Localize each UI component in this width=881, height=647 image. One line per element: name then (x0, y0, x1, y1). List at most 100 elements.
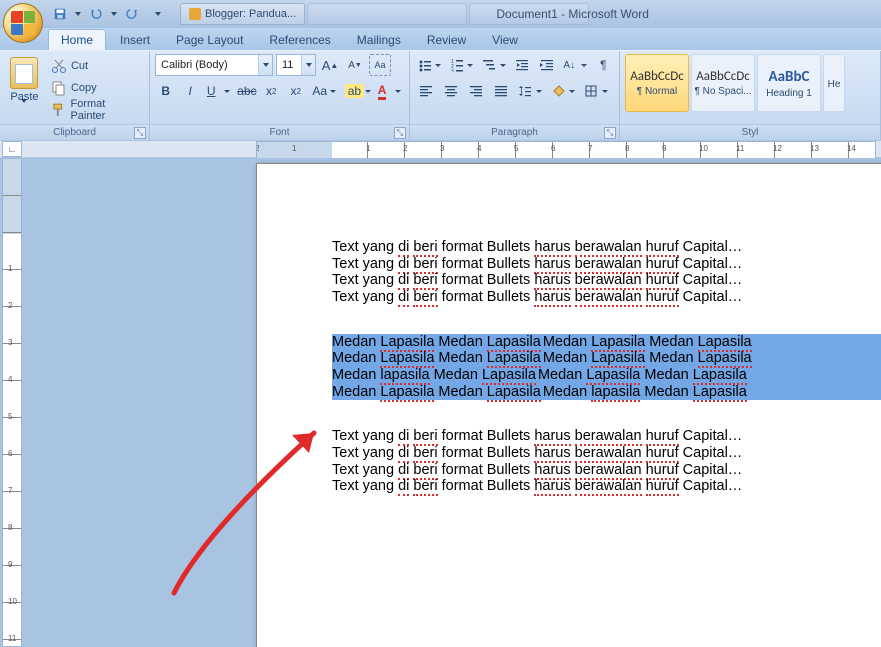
taskbar-tab-2[interactable] (307, 3, 467, 25)
office-button[interactable] (3, 3, 43, 43)
shrink-font-button[interactable]: A▼ (344, 54, 366, 76)
sort-button[interactable]: A↓ (560, 54, 589, 76)
format-painter-button[interactable]: Format Painter (48, 100, 144, 120)
clear-formatting-button[interactable]: Aa (369, 54, 391, 76)
format-painter-label: Format Painter (70, 98, 141, 122)
scissors-icon (51, 58, 67, 74)
multilevel-icon (482, 58, 496, 72)
grow-font-button[interactable]: A▲ (319, 54, 341, 76)
clipboard-dialog-launcher[interactable]: ⤡ (134, 127, 146, 139)
subscript-button[interactable]: x2 (261, 80, 282, 102)
cut-label: Cut (71, 60, 88, 72)
cut-button[interactable]: Cut (48, 56, 144, 76)
tab-page-layout[interactable]: Page Layout (164, 30, 255, 50)
change-case-button[interactable]: Aa (309, 80, 338, 102)
styles-group-label: Styl (742, 127, 759, 138)
taskbar-tab-label: Blogger: Pandua... (205, 8, 296, 20)
undo-icon (89, 7, 103, 21)
tab-insert[interactable]: Insert (108, 30, 162, 50)
font-group-label: Font (269, 127, 289, 138)
paste-dropdown-icon (21, 103, 27, 121)
qat-save-dropdown[interactable] (74, 4, 82, 24)
style-no-spacing[interactable]: AaBbCcDc No Spaci... (691, 54, 755, 112)
highlight-button[interactable]: ab (342, 80, 372, 102)
tab-mailings[interactable]: Mailings (345, 30, 413, 50)
group-clipboard: Paste Cut Copy Format Painter Clipboard⤡ (0, 51, 150, 140)
superscript-button[interactable]: x2 (285, 80, 306, 102)
line-spacing-button[interactable] (515, 80, 545, 102)
taskbar-tab-1[interactable]: Blogger: Pandua... (180, 3, 305, 25)
favicon-icon (189, 8, 201, 20)
strikethrough-button[interactable]: abc (236, 80, 257, 102)
vertical-ruler[interactable]: 12345678910111213 (2, 158, 22, 647)
horizontal-ruler[interactable]: 211234567891011121314 (256, 141, 876, 159)
tab-review[interactable]: Review (415, 30, 478, 50)
style-preview: AaBbCcDc (630, 69, 684, 84)
underline-button[interactable]: U (204, 80, 233, 102)
copy-label: Copy (71, 82, 97, 94)
align-left-icon (419, 84, 433, 98)
align-center-icon (444, 84, 458, 98)
align-right-button[interactable] (465, 80, 487, 102)
borders-icon (584, 84, 598, 98)
style-name-label: No Spaci... (694, 86, 751, 97)
justify-button[interactable] (490, 80, 512, 102)
bold-button[interactable]: B (155, 80, 176, 102)
font-size-combo[interactable]: 11 (276, 54, 316, 76)
style-preview: AaBbC (769, 68, 810, 86)
paragraph-dialog-launcher[interactable]: ⤡ (604, 127, 616, 139)
show-marks-button[interactable]: ¶ (593, 54, 614, 76)
document-page[interactable]: Text yang di beri format Bullets harus b… (256, 163, 881, 647)
bullets-icon (418, 58, 432, 72)
align-right-icon (469, 84, 483, 98)
group-styles: AaBbCcDcNormal AaBbCcDc No Spaci... AaBbC… (620, 51, 881, 140)
tab-home[interactable]: Home (48, 29, 106, 50)
style-name-label: He (828, 79, 841, 90)
tab-selector[interactable]: ∟ (2, 141, 22, 157)
chevron-down-icon (301, 55, 315, 75)
borders-button[interactable] (581, 80, 611, 102)
numbering-icon: 123 (450, 58, 464, 72)
align-center-button[interactable] (440, 80, 462, 102)
align-left-button[interactable] (415, 80, 437, 102)
paste-button[interactable]: Paste (5, 54, 44, 124)
style-normal[interactable]: AaBbCcDcNormal (625, 54, 689, 112)
tab-references[interactable]: References (257, 30, 342, 50)
italic-button[interactable]: I (179, 80, 200, 102)
font-size-value: 11 (277, 59, 301, 71)
style-preview: AaBbCcDc (696, 69, 750, 84)
font-color-button[interactable]: A (375, 80, 404, 102)
numbering-button[interactable]: 123 (447, 54, 476, 76)
qat-undo-dropdown[interactable] (110, 4, 118, 24)
font-dialog-launcher[interactable]: ⤡ (394, 127, 406, 139)
qat-save-button[interactable] (50, 4, 70, 24)
outdent-icon (515, 58, 529, 72)
style-name-label: Heading 1 (766, 88, 812, 99)
paintbrush-icon (51, 102, 67, 118)
bucket-icon (551, 84, 565, 98)
redo-icon (125, 7, 139, 21)
window-title: Document1 - Microsoft Word (496, 7, 649, 21)
line-spacing-icon (518, 84, 532, 98)
justify-icon (494, 84, 508, 98)
bullets-button[interactable] (415, 54, 444, 76)
qat-customize-dropdown[interactable] (154, 4, 162, 24)
font-name-combo[interactable]: Calibri (Body) (155, 54, 273, 76)
style-heading-1[interactable]: AaBbC Heading 1 (757, 54, 821, 112)
group-paragraph: 123 A↓ ¶ Paragraph ⤡ (410, 51, 620, 140)
paste-icon (10, 57, 38, 89)
indent-icon (540, 58, 554, 72)
qat-redo-button[interactable] (122, 4, 142, 24)
multilevel-list-button[interactable] (479, 54, 508, 76)
qat-undo-button[interactable] (86, 4, 106, 24)
office-logo-icon (11, 11, 35, 35)
save-icon (53, 7, 67, 21)
paragraph-group-label: Paragraph (491, 127, 538, 138)
shading-button[interactable] (548, 80, 578, 102)
increase-indent-button[interactable] (536, 54, 557, 76)
decrease-indent-button[interactable] (512, 54, 533, 76)
tab-view[interactable]: View (480, 30, 530, 50)
font-name-value: Calibri (Body) (156, 59, 258, 71)
copy-button[interactable]: Copy (48, 78, 144, 98)
style-heading-2[interactable]: He (823, 54, 845, 112)
